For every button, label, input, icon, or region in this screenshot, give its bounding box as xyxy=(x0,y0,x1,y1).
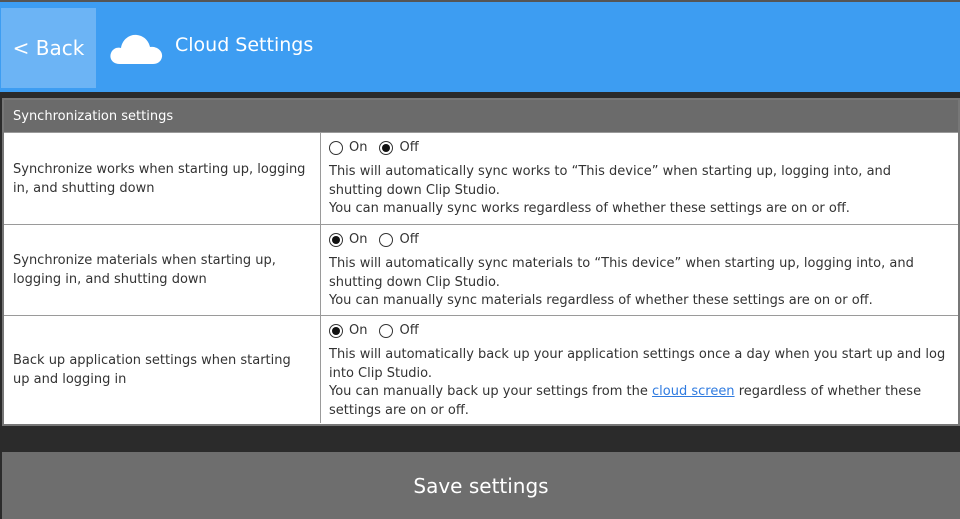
radio-off[interactable]: Off xyxy=(379,139,419,158)
setting-row-sync-works: Synchronize works when starting up, logg… xyxy=(4,132,958,224)
setting-note: You can manually sync works regardless o… xyxy=(329,201,850,216)
radio-on[interactable]: On xyxy=(329,139,367,158)
setting-value: On Off This will automatically back up y… xyxy=(321,316,958,423)
radio-group-sync-works: On Off xyxy=(329,139,948,157)
setting-description: This will automatically sync materials t… xyxy=(329,256,914,290)
panel-title: Synchronization settings xyxy=(4,100,958,132)
setting-note: You can manually sync materials regardle… xyxy=(329,293,873,308)
radio-button[interactable] xyxy=(329,141,343,155)
radio-label: On xyxy=(349,139,368,155)
setting-label: Back up application settings when starti… xyxy=(4,316,321,423)
note-text: You can manually back up your settings f… xyxy=(329,384,652,399)
radio-on[interactable]: On xyxy=(329,322,367,341)
radio-button[interactable] xyxy=(329,233,343,247)
radio-button[interactable] xyxy=(379,141,394,155)
setting-row-backup-settings: Back up application settings when starti… xyxy=(4,315,958,423)
radio-label: Off xyxy=(399,139,419,155)
radio-group-sync-materials: On Off xyxy=(329,231,948,249)
cloud-icon xyxy=(110,34,163,64)
save-settings-button[interactable]: Save settings xyxy=(2,452,960,519)
radio-on[interactable]: On xyxy=(329,231,367,250)
setting-value: On Off This will automatically sync work… xyxy=(321,133,958,224)
radio-off[interactable]: Off xyxy=(379,231,419,250)
setting-label: Synchronize works when starting up, logg… xyxy=(4,133,321,224)
cloud-screen-link[interactable]: cloud screen xyxy=(652,384,735,399)
radio-button[interactable] xyxy=(379,233,394,247)
radio-off[interactable]: Off xyxy=(379,322,419,341)
setting-label: Synchronize materials when starting up, … xyxy=(4,225,321,315)
back-button[interactable]: < Back xyxy=(1,8,96,88)
setting-description: This will automatically back up your app… xyxy=(329,347,946,381)
page-title: Cloud Settings xyxy=(175,34,314,56)
radio-label: On xyxy=(349,322,368,338)
radio-button[interactable] xyxy=(329,324,343,338)
radio-button[interactable] xyxy=(379,324,394,338)
setting-note: You can manually back up your settings f… xyxy=(329,383,948,420)
radio-group-backup: On Off xyxy=(329,322,948,340)
setting-value: On Off This will automatically sync mate… xyxy=(321,225,958,315)
top-bar: < Back Cloud Settings xyxy=(0,0,960,92)
sync-settings-panel: Synchronization settings Synchronize wor… xyxy=(2,98,960,426)
radio-label: Off xyxy=(399,231,419,247)
radio-label: On xyxy=(349,231,368,247)
setting-row-sync-materials: Synchronize materials when starting up, … xyxy=(4,224,958,315)
radio-label: Off xyxy=(399,322,419,338)
setting-description: This will automatically sync works to “T… xyxy=(329,164,892,198)
